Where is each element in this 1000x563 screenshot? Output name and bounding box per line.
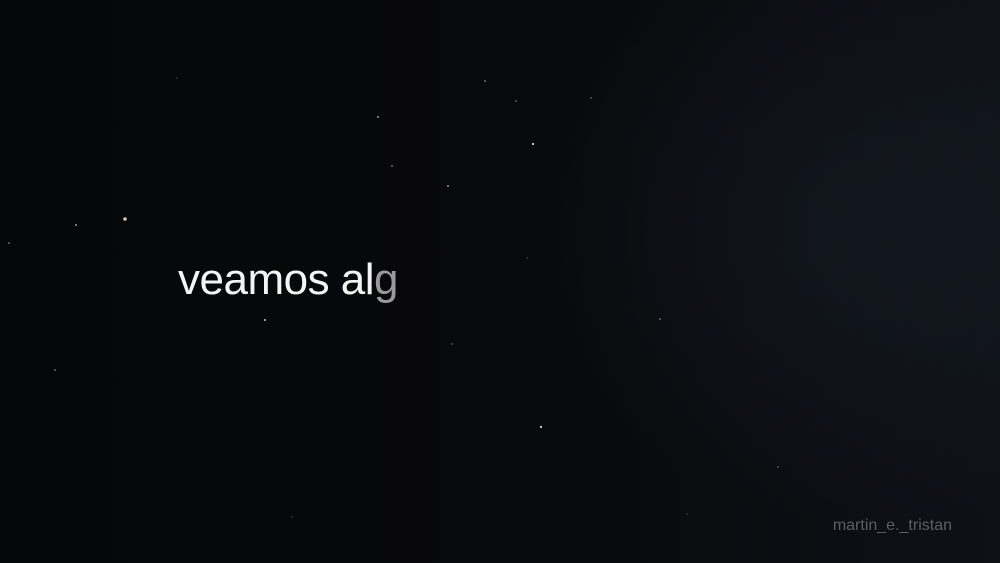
star [291, 516, 293, 518]
star [659, 318, 661, 320]
star [8, 242, 10, 244]
star [531, 142, 535, 146]
star [447, 185, 449, 187]
star [590, 97, 592, 99]
star [176, 77, 178, 79]
star [451, 343, 453, 345]
starfield [8, 77, 779, 518]
star [777, 466, 779, 468]
star [539, 425, 543, 429]
star [123, 217, 127, 221]
video-frame: veamos alg martin_e._tristan [0, 0, 1000, 563]
star [515, 100, 517, 102]
caption-solid-text: veamos al [178, 255, 375, 304]
star [526, 257, 528, 259]
star [75, 224, 77, 226]
star [54, 369, 56, 371]
star [391, 165, 393, 167]
author-watermark: martin_e._tristan [832, 517, 952, 534]
star [484, 80, 486, 82]
caption-fading-text: g [374, 255, 399, 304]
star [264, 319, 266, 321]
star [377, 116, 379, 118]
star [686, 513, 688, 515]
subtitle-caption: veamos alg [178, 252, 399, 308]
